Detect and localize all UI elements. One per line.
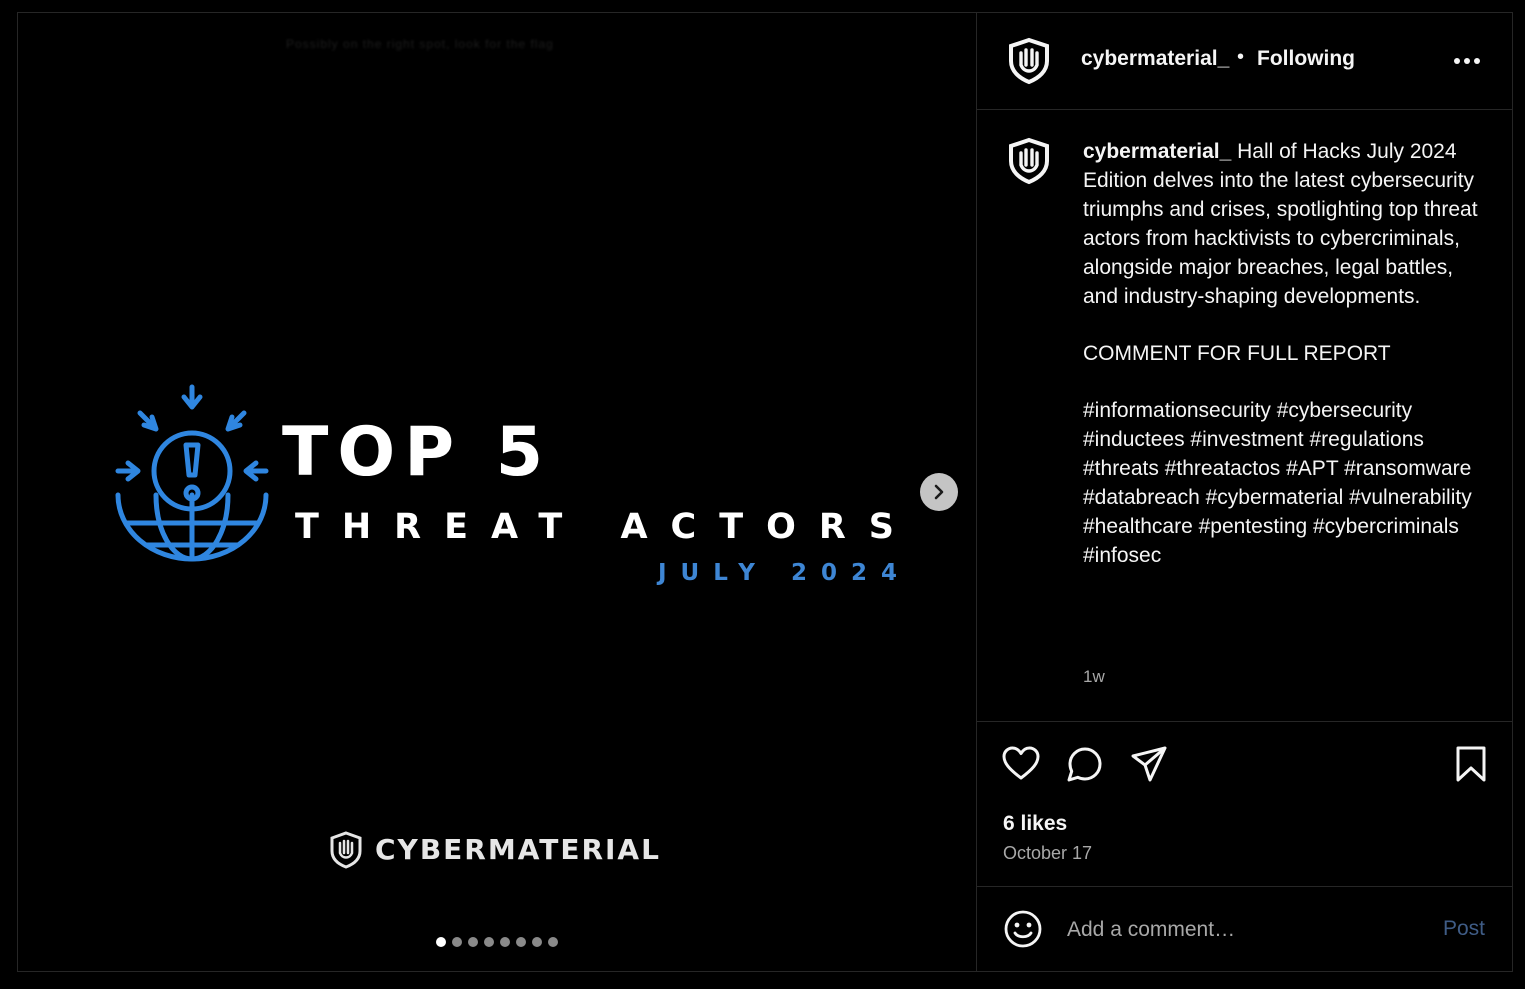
carousel-dot [516,937,526,947]
comment-icon[interactable] [1065,744,1105,784]
caption-username[interactable]: cybermaterial_ [1083,140,1231,163]
heart-icon[interactable] [1001,744,1041,784]
media-brand-name: CYBERMATERIAL [375,833,661,866]
carousel-dot [468,937,478,947]
media-subtitle: THREAT ACTORS [295,507,918,547]
carousel-dot [484,937,494,947]
comment-composer: Post [977,887,1513,971]
post-media[interactable]: Possibly on the right spot, look for the… [18,13,976,971]
caption-cta: COMMENT FOR FULL REPORT [1083,342,1391,365]
carousel-indicator [436,937,558,947]
caption-hashtags[interactable]: #informationsecurity #cybersecurity #ind… [1083,396,1483,570]
share-icon[interactable] [1129,744,1169,784]
post-header: cybermaterial_ • Following [977,13,1513,110]
chevron-right-icon [934,484,944,500]
threat-globe-icon [115,384,269,562]
post-side-panel: cybermaterial_ • Following cybermaterial… [976,13,1513,971]
cybermaterial-logo-icon [330,831,362,869]
media-title: TOP 5 [282,413,553,492]
header-separator: • [1237,46,1245,68]
bookmark-icon[interactable] [1451,744,1491,784]
carousel-dot [500,937,510,947]
likes-count[interactable]: 6 likes [1003,812,1067,836]
caption-timestamp[interactable]: 1w [1083,667,1105,687]
avatar[interactable] [1005,137,1053,185]
post-caption: cybermaterial_ Hall of Hacks July 2024 E… [1083,137,1483,570]
more-horizontal-icon[interactable] [1447,49,1487,73]
carousel-dot [532,937,542,947]
post-comment-button[interactable]: Post [1443,917,1485,941]
carousel-next-button[interactable] [920,473,958,511]
carousel-dot [548,937,558,947]
media-blurred-caption: Possibly on the right spot, look for the… [286,37,554,51]
avatar[interactable] [1005,37,1053,85]
post-actions: 6 likes October 17 [977,721,1513,887]
header-username[interactable]: cybermaterial_ [1081,47,1229,71]
media-date-line: JULY 2024 [658,560,911,586]
following-button[interactable]: Following [1257,47,1355,71]
emoji-icon[interactable] [1003,909,1043,949]
post-date: October 17 [1003,843,1093,863]
carousel-dot [436,937,446,947]
carousel-dot [452,937,462,947]
comment-input[interactable] [1065,913,1395,947]
post-modal: Possibly on the right spot, look for the… [17,12,1513,972]
caption-text: Hall of Hacks July 2024 Edition delves i… [1083,140,1478,308]
